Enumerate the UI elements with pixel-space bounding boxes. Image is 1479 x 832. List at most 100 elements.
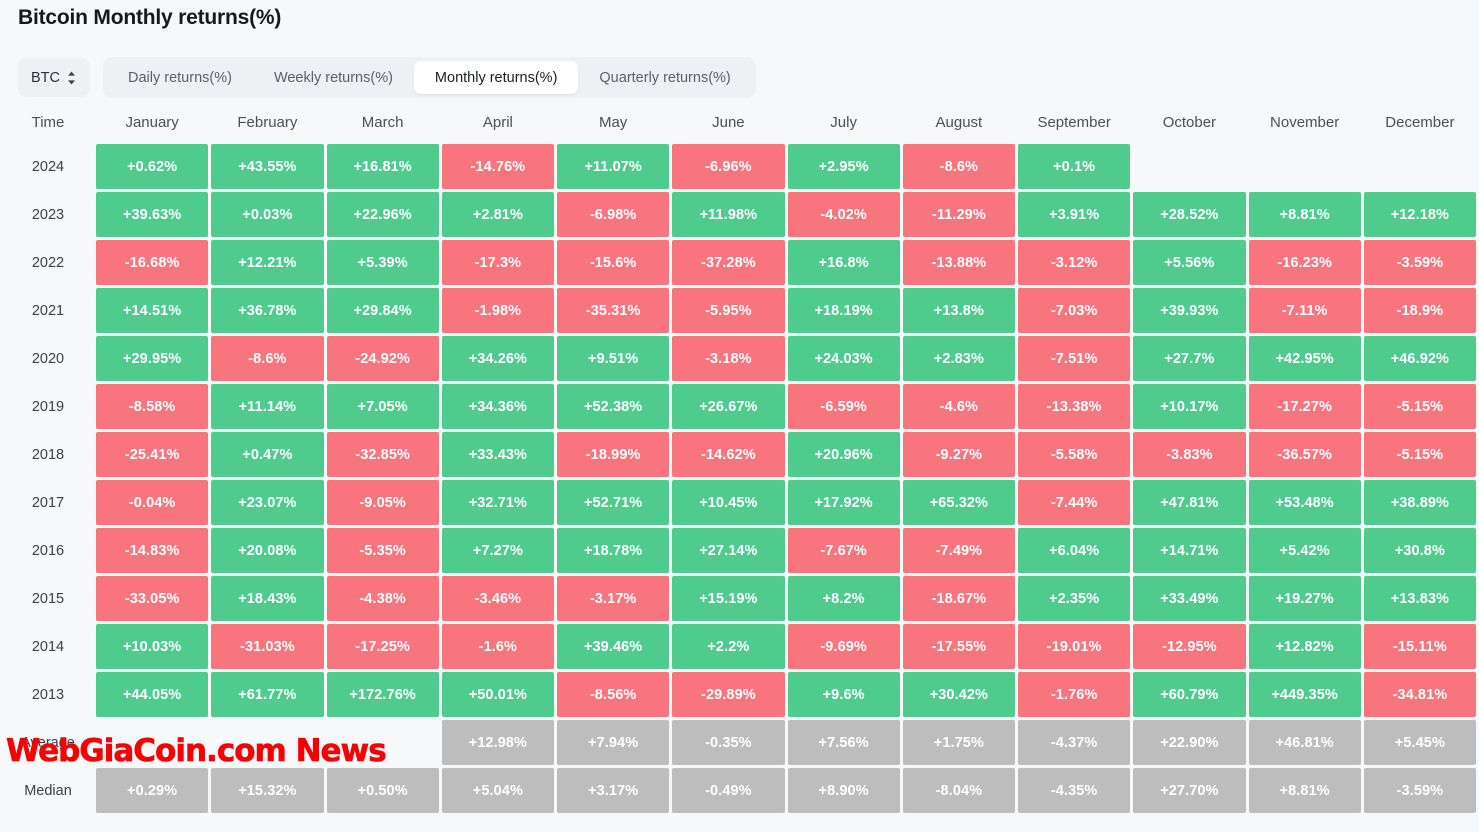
cell-2015-October: +33.49% — [1133, 576, 1246, 621]
cell-2024-May: +11.07% — [557, 144, 670, 189]
cell-2020-May: +9.51% — [557, 336, 670, 381]
row-label-2017: 2017 — [31, 494, 65, 511]
cell-2016-December: +30.8% — [1363, 528, 1476, 573]
table-body: 2024 +0.62% +43.55% +16.81% -14.76% +11.07% -6… — [3, 144, 1476, 813]
cell-2016-November: +5.42% — [1248, 528, 1361, 573]
tab-monthly-returns[interactable]: Monthly returns(%) — [413, 61, 579, 94]
cell-2023-May: -6.98% — [557, 192, 670, 237]
cell-2014-April: -1.6% — [441, 624, 554, 669]
table-row: 2018 -25.41% +0.47% -32.85% +33.43% -18.99% -1… — [3, 432, 1476, 477]
cell-2019-November: -17.27% — [1248, 384, 1361, 429]
column-header-may: May — [598, 114, 628, 131]
cell-2022-February: +12.21% — [211, 240, 324, 285]
cell-2021-June: -5.95% — [672, 288, 785, 333]
cell-2014-July: -9.69% — [787, 624, 900, 669]
cell-2023-June: +11.98% — [672, 192, 785, 237]
row-label-2020: 2020 — [31, 350, 65, 367]
column-header-january: January — [125, 114, 179, 131]
cell-Average-December: +5.45% — [1363, 720, 1476, 765]
cell-2024-August: -8.6% — [902, 144, 1015, 189]
cell-2021-August: +13.8% — [902, 288, 1015, 333]
cell-2022-July: +16.8% — [787, 240, 900, 285]
cell-2024-July: +2.95% — [787, 144, 900, 189]
cell-Median-February: +15.32% — [211, 768, 324, 813]
coin-selector[interactable]: BTC — [18, 58, 90, 97]
cell-2013-October: +60.79% — [1133, 672, 1246, 717]
cell-Median-June: -0.49% — [672, 768, 785, 813]
table-row: 2023 +39.63% +0.03% +22.96% +2.81% -6.98% +11.… — [3, 192, 1476, 237]
cell-2018-July: +20.96% — [787, 432, 900, 477]
cell-2017-April: +32.71% — [441, 480, 554, 525]
cell-Average-August: +1.75% — [902, 720, 1015, 765]
cell-2019-December: -5.15% — [1363, 384, 1476, 429]
cell-2019-August: -4.6% — [902, 384, 1015, 429]
cell-2018-January: -25.41% — [96, 432, 209, 477]
cell-2024-January: +0.62% — [96, 144, 209, 189]
cell-2016-February: +20.08% — [211, 528, 324, 573]
cell-2021-September: -7.03% — [1018, 288, 1131, 333]
cell-2016-April: +7.27% — [441, 528, 554, 573]
cell-2022-June: -37.28% — [672, 240, 785, 285]
row-label-2023: 2023 — [31, 206, 65, 223]
cell-2017-July: +17.92% — [787, 480, 900, 525]
controls-bar: BTC Daily returns(%) Weekly returns(%) M… — [18, 57, 756, 98]
cell-2018-September: -5.58% — [1018, 432, 1131, 477]
cell-2020-March: -24.92% — [326, 336, 439, 381]
cell-2022-September: -3.12% — [1018, 240, 1131, 285]
cell-2019-April: +34.36% — [441, 384, 554, 429]
table-row: Average +12.98% +7.94% -0.35% +7.56% +1.75% -4… — [3, 720, 1476, 765]
cell-2023-October: +28.52% — [1133, 192, 1246, 237]
cell-2020-September: -7.51% — [1018, 336, 1131, 381]
column-header-march: March — [361, 114, 404, 131]
cell-2023-July: -4.02% — [787, 192, 900, 237]
cell-Median-January: +0.29% — [96, 768, 209, 813]
cell-2017-December: +38.89% — [1363, 480, 1476, 525]
cell-2022-August: -13.88% — [902, 240, 1015, 285]
tab-daily-returns[interactable]: Daily returns(%) — [107, 61, 253, 94]
tab-weekly-returns[interactable]: Weekly returns(%) — [253, 61, 414, 94]
cell-2020-April: +34.26% — [441, 336, 554, 381]
cell-2020-June: -3.18% — [672, 336, 785, 381]
cell-2022-May: -15.6% — [557, 240, 670, 285]
cell-2023-September: +3.91% — [1018, 192, 1131, 237]
cell-2017-August: +65.32% — [902, 480, 1015, 525]
table-row: 2022 -16.68% +12.21% +5.39% -17.3% -15.6% -37.… — [3, 240, 1476, 285]
cell-2019-September: -13.38% — [1018, 384, 1131, 429]
cell-Average-March — [327, 720, 439, 765]
table-row: 2020 +29.95% -8.6% -24.92% +34.26% +9.51% -3.1… — [3, 336, 1476, 381]
column-header-september: September — [1037, 114, 1111, 131]
cell-2019-October: +10.17% — [1133, 384, 1246, 429]
cell-Median-April: +5.04% — [441, 768, 554, 813]
cell-2020-November: +42.95% — [1248, 336, 1361, 381]
cell-2016-September: +6.04% — [1018, 528, 1131, 573]
table-row: 2015 -33.05% +18.43% -4.38% -3.46% -3.17% +15.… — [3, 576, 1476, 621]
cell-2020-February: -8.6% — [211, 336, 324, 381]
cell-2018-August: -9.27% — [902, 432, 1015, 477]
column-header-april: April — [482, 114, 513, 131]
cell-2021-March: +29.84% — [326, 288, 439, 333]
cell-2024-September: +0.1% — [1018, 144, 1131, 189]
cell-2022-December: -3.59% — [1363, 240, 1476, 285]
cell-2017-January: -0.04% — [96, 480, 209, 525]
row-label-2013: 2013 — [31, 686, 65, 703]
column-header-february: February — [237, 114, 298, 131]
cell-2014-May: +39.46% — [557, 624, 670, 669]
column-header-november: November — [1270, 114, 1340, 131]
cell-2015-December: +13.83% — [1363, 576, 1476, 621]
cell-2024-December — [1364, 144, 1476, 189]
cell-2015-November: +19.27% — [1248, 576, 1361, 621]
cell-2017-September: -7.44% — [1018, 480, 1131, 525]
column-header-october: October — [1162, 114, 1217, 131]
cell-2017-October: +47.81% — [1133, 480, 1246, 525]
tab-quarterly-returns[interactable]: Quarterly returns(%) — [578, 61, 751, 94]
cell-2013-December: -34.81% — [1363, 672, 1476, 717]
cell-2019-February: +11.14% — [211, 384, 324, 429]
cell-2021-January: +14.51% — [96, 288, 209, 333]
returns-period-tabs: Daily returns(%) Weekly returns(%) Month… — [103, 57, 756, 98]
cell-2021-February: +36.78% — [211, 288, 324, 333]
cell-2015-June: +15.19% — [672, 576, 785, 621]
cell-Median-December: -3.59% — [1363, 768, 1476, 813]
cell-Average-June: -0.35% — [672, 720, 785, 765]
cell-2013-January: +44.05% — [96, 672, 209, 717]
row-label-2022: 2022 — [31, 254, 65, 271]
